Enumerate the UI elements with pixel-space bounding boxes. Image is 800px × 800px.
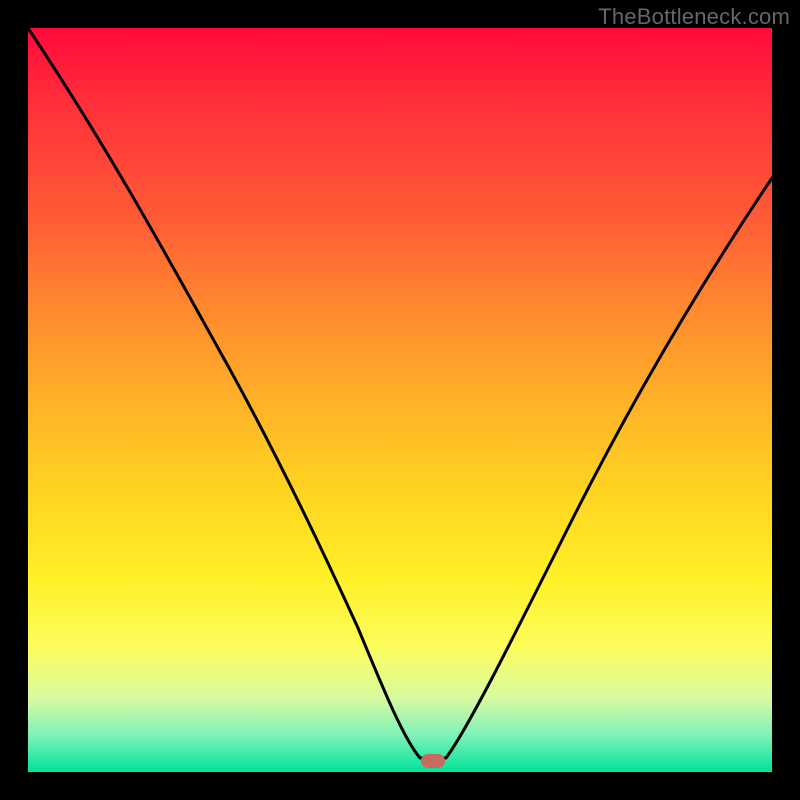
chart-frame: TheBottleneck.com [0,0,800,800]
bottleneck-curve [28,28,772,772]
watermark-text: TheBottleneck.com [598,4,790,30]
plot-area [28,28,772,772]
min-point-marker [421,754,445,768]
